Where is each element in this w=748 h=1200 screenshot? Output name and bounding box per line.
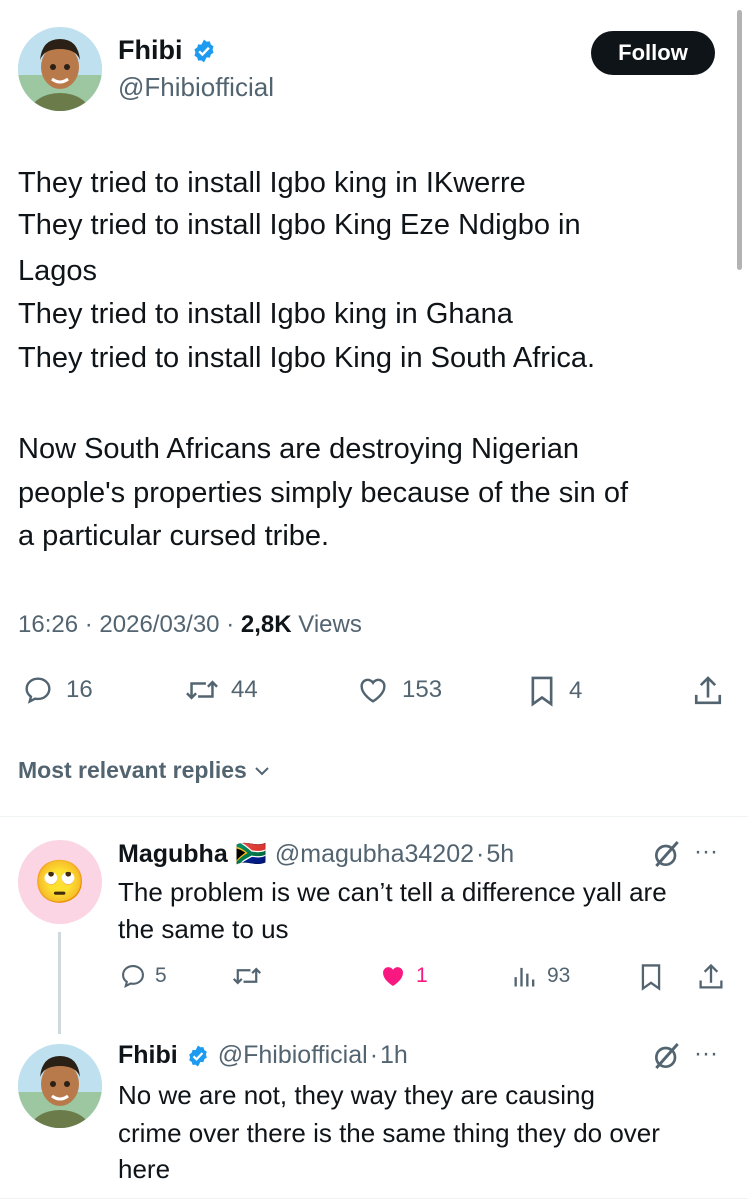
repost-action[interactable]: 44 [185, 674, 258, 706]
bookmark-icon[interactable] [638, 962, 664, 992]
bookmark-icon [531, 676, 553, 707]
meta-separator: · [226, 611, 235, 638]
analytics-icon [514, 967, 535, 987]
bookmark-action[interactable]: 4 [527, 674, 582, 708]
author-avatar[interactable] [18, 27, 102, 111]
repost-count: 44 [231, 676, 258, 703]
repost-icon [186, 680, 218, 700]
reply-reply-action[interactable]: 5 [119, 962, 167, 990]
reply-text-line: crime over there is the same thing they … [118, 1118, 660, 1148]
post-text-line: They tried to install Igbo King in South… [18, 342, 596, 374]
follow-button[interactable]: Follow [591, 31, 715, 75]
author-name[interactable]: Fhibi [118, 35, 182, 66]
views-count: 2,8K [240, 611, 292, 638]
grok-icon[interactable] [651, 1040, 683, 1072]
reply-author-name[interactable]: Fhibi [118, 1041, 178, 1070]
divider [0, 816, 748, 817]
reply-like-action[interactable]: 1 [378, 962, 428, 990]
chevron-down-icon [255, 766, 269, 775]
heart-icon [360, 678, 386, 703]
reply-avatar[interactable] [18, 1044, 102, 1128]
post-meta: 16:26 · 2026/03/30 · 2,8K Views [18, 611, 362, 639]
avatar-illustration [18, 1044, 102, 1128]
scrollbar[interactable] [737, 10, 742, 270]
divider [0, 1198, 748, 1199]
meta-separator: · [84, 611, 93, 638]
post-text-line: people's properties simply because of th… [18, 477, 629, 509]
like-count: 1 [416, 964, 428, 987]
author-handle[interactable]: @Fhibiofficial [118, 72, 274, 103]
thread-line [58, 932, 61, 1034]
reply-count: 16 [66, 676, 93, 703]
reply-views-action[interactable]: 93 [511, 962, 570, 990]
share-action[interactable] [692, 674, 724, 708]
post-text-line: Now South Africans are destroying Nigeri… [18, 433, 579, 465]
reply-author-handle[interactable]: @Fhibiofficial [218, 1041, 368, 1070]
reply-time[interactable]: 5h [486, 840, 514, 869]
share-icon [694, 676, 722, 705]
grok-icon[interactable] [651, 838, 683, 870]
reply-count: 5 [155, 964, 167, 987]
post-text-line: They tried to install Igbo king in IKwer… [18, 167, 526, 199]
post-date[interactable]: 2026/03/30 [99, 611, 219, 638]
bookmark-count: 4 [569, 677, 583, 704]
post-text-line: They tried to install Igbo King Eze Ndig… [18, 209, 581, 241]
more-options-icon[interactable]: ··· [694, 838, 718, 866]
reply-text-line: The problem is we can’t tell a differenc… [118, 877, 667, 907]
rolling-eyes-emoji-icon: 🙄 [33, 858, 87, 905]
views-count: 93 [547, 964, 571, 987]
reply-text-line: the same to us [118, 914, 289, 944]
reply-text-line: No we are not, they way they are causing [118, 1080, 595, 1110]
like-count: 153 [402, 676, 443, 703]
views-label: Views [298, 611, 362, 638]
post-time[interactable]: 16:26 [18, 611, 78, 638]
south-africa-flag-icon: 🇿🇦 [235, 840, 267, 868]
heart-filled-icon [383, 967, 403, 986]
reply-icon [122, 965, 144, 989]
reply-icon [25, 677, 51, 704]
more-options-icon[interactable]: ··· [694, 1040, 718, 1068]
verified-badge-icon [194, 39, 214, 63]
reply-time[interactable]: 1h [380, 1041, 408, 1070]
reply-avatar[interactable]: 🙄 [18, 840, 102, 924]
replies-filter-dropdown[interactable]: Most relevant replies [18, 757, 271, 784]
verified-badge-icon [188, 1045, 207, 1066]
replies-filter-label: Most relevant replies [18, 757, 247, 783]
post-text-line: Lagos [18, 255, 98, 287]
post-text-line: a particular cursed tribe. [18, 520, 330, 552]
meta-separator: · [476, 840, 485, 868]
avatar-illustration [18, 27, 102, 111]
meta-separator: · [369, 1041, 379, 1069]
reply-header: Fhibi @Fhibiofficial · 1h [118, 1041, 408, 1070]
repost-icon [232, 967, 262, 985]
reply-header: Magubha 🇿🇦 @magubha34202 · 5h [118, 840, 514, 869]
reply-text-line: here [118, 1154, 171, 1184]
post-text-line: They tried to install Igbo king in Ghana [18, 298, 513, 330]
like-action[interactable]: 153 [356, 674, 442, 706]
share-icon[interactable] [697, 962, 725, 992]
reply-repost-action[interactable] [232, 962, 270, 990]
reply-author-handle[interactable]: @magubha34202 [275, 840, 474, 869]
reply-author-name[interactable]: Magubha [118, 840, 228, 869]
reply-action[interactable]: 16 [22, 674, 93, 706]
